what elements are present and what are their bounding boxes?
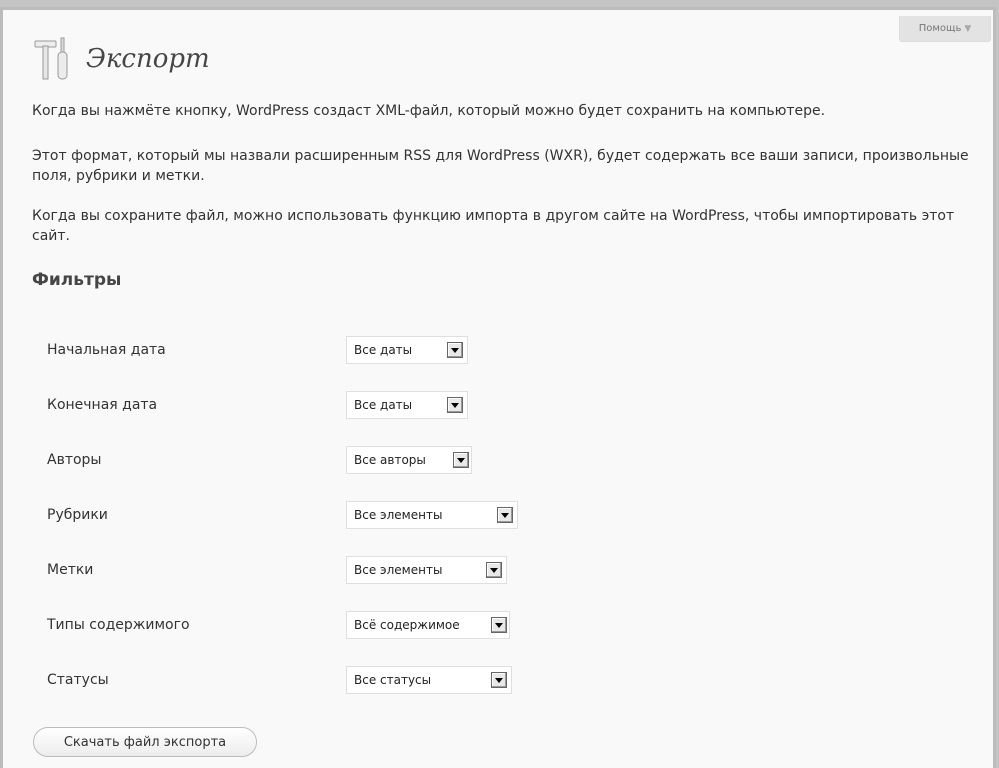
triangle-down-icon (491, 672, 507, 688)
help-label: Помощь (918, 23, 962, 34)
import-paragraph: Когда вы сохраните файл, можно использов… (32, 208, 955, 244)
authors-value: Все авторы (354, 453, 426, 467)
triangle-down-icon (491, 617, 507, 633)
tags-label: Метки (47, 562, 94, 578)
title-row: Экспорт (31, 36, 210, 84)
content-types-label: Типы содержимого (47, 617, 190, 633)
start-date-label: Начальная дата (47, 342, 166, 358)
tools-icon (34, 37, 68, 80)
start-date-value: Все даты (354, 343, 413, 357)
categories-value: Все элементы (354, 508, 443, 522)
page-title: Экспорт (86, 44, 210, 74)
triangle-down-icon (447, 397, 463, 413)
end-date-select[interactable]: Все даты (346, 391, 468, 419)
triangle-down-icon: ▼ (964, 23, 972, 34)
content-types-value: Всё содержимое (354, 618, 460, 632)
triangle-down-icon (447, 342, 463, 358)
export-panel (0, 7, 996, 768)
triangle-down-icon (497, 507, 513, 523)
content-types-select[interactable]: Всё содержимое (346, 611, 510, 639)
help-tab-button[interactable]: Помощь ▼ (899, 16, 991, 42)
triangle-down-icon (453, 452, 469, 468)
authors-label: Авторы (47, 452, 102, 468)
categories-select[interactable]: Все элементы (346, 501, 518, 529)
start-date-select[interactable]: Все даты (346, 336, 468, 364)
authors-select[interactable]: Все авторы (346, 446, 472, 474)
end-date-value: Все даты (354, 398, 413, 412)
download-export-button[interactable]: Скачать файл экспорта (33, 727, 257, 757)
statuses-select[interactable]: Все статусы (346, 666, 512, 694)
statuses-label: Статусы (47, 672, 109, 688)
triangle-down-icon (486, 562, 502, 578)
filters-heading: Фильтры (32, 270, 122, 290)
tags-select[interactable]: Все элементы (346, 556, 507, 584)
tags-value: Все элементы (354, 563, 443, 577)
statuses-value: Все статусы (354, 673, 432, 687)
format-paragraph: Этот формат, который мы назвали расширен… (32, 148, 969, 184)
categories-label: Рубрики (47, 507, 108, 523)
intro-paragraph: Когда вы нажмёте кнопку, WordPress созда… (32, 103, 826, 119)
end-date-label: Конечная дата (47, 397, 158, 413)
